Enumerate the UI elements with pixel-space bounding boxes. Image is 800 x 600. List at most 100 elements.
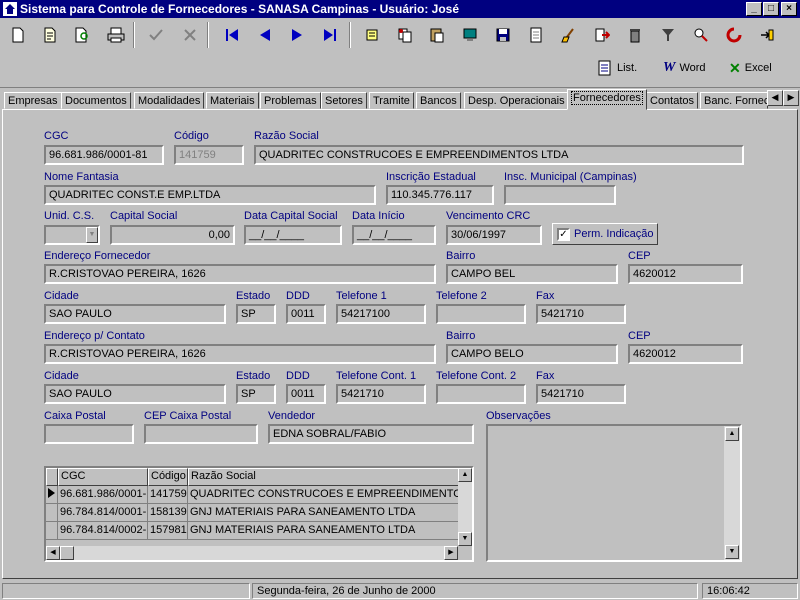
- export-icon[interactable]: [590, 23, 614, 47]
- ddd-field[interactable]: 0011: [286, 304, 326, 324]
- tab-scroll-left-icon[interactable]: ◀: [767, 90, 783, 106]
- cep-caixa-postal-field[interactable]: [144, 424, 258, 444]
- scroll-thumb[interactable]: [60, 546, 74, 560]
- grid-vscrollbar[interactable]: ▲ ▼: [458, 468, 472, 546]
- estado-field[interactable]: SP: [236, 304, 276, 324]
- grid-hscrollbar[interactable]: ◀ ▶: [46, 546, 458, 560]
- tab-problemas[interactable]: Problemas: [260, 92, 321, 109]
- cidade-field[interactable]: SAO PAULO: [44, 304, 226, 324]
- tab-modalidades[interactable]: Modalidades: [134, 92, 205, 109]
- caixa-postal-field[interactable]: [44, 424, 134, 444]
- scroll-up-icon[interactable]: ▲: [725, 427, 739, 441]
- vencimento-crc-field[interactable]: 30/06/1997: [446, 225, 542, 245]
- fax-contato-field[interactable]: 5421710: [536, 384, 626, 404]
- bairro-contato-field[interactable]: CAMPO BELO: [446, 344, 618, 364]
- endereco-contato-field[interactable]: R.CRISTOVAO PEREIRA, 1626: [44, 344, 436, 364]
- insc-municipal-field[interactable]: [504, 185, 616, 205]
- table-cell[interactable]: 141759: [148, 486, 188, 504]
- import-icon[interactable]: [360, 23, 384, 47]
- cancel-icon[interactable]: [178, 23, 202, 47]
- export-list-button[interactable]: List.: [597, 58, 637, 78]
- clean-icon[interactable]: [557, 23, 581, 47]
- tab-bancos[interactable]: Bancos: [416, 92, 461, 109]
- capital-social-field[interactable]: 0,00: [110, 225, 235, 245]
- exit-icon[interactable]: [755, 23, 779, 47]
- razao-social-field[interactable]: QUADRITEC CONSTRUCOES E EMPREENDIMENTOS …: [254, 145, 744, 165]
- fax-field[interactable]: 5421710: [536, 304, 626, 324]
- endereco-fornecedor-field[interactable]: R.CRISTOVAO PEREIRA, 1626: [44, 264, 436, 284]
- minimize-button[interactable]: _: [746, 2, 762, 16]
- grid-header-razao[interactable]: Razão Social: [188, 468, 460, 486]
- table-cell[interactable]: GNJ MATERIAIS PARA SANEAMENTO LTDA: [188, 504, 460, 522]
- perm-indicacao-checkbox[interactable]: ✓: [557, 228, 570, 241]
- tab-scroll-right-icon[interactable]: ▶: [783, 90, 799, 106]
- computer-icon[interactable]: [458, 23, 482, 47]
- inscricao-estadual-field[interactable]: 110.345.776.117: [386, 185, 494, 205]
- tab-contatos[interactable]: Contatos: [646, 92, 699, 109]
- copy-icon[interactable]: [393, 23, 417, 47]
- estado-contato-field[interactable]: SP: [236, 384, 276, 404]
- telefone-cont2-field[interactable]: [436, 384, 526, 404]
- new-icon[interactable]: [6, 23, 30, 47]
- scroll-down-icon[interactable]: ▼: [458, 532, 472, 546]
- tab-setores[interactable]: Setores: [321, 92, 367, 109]
- confirm-icon[interactable]: [144, 23, 168, 47]
- search-doc-icon[interactable]: [70, 23, 94, 47]
- scroll-right-icon[interactable]: ▶: [444, 546, 458, 560]
- bairro-field[interactable]: CAMPO BEL: [446, 264, 618, 284]
- grid-header-cgc[interactable]: CGC: [58, 468, 148, 486]
- tab-desp-operacionais[interactable]: Desp. Operacionais: [464, 92, 569, 109]
- telefone1-field[interactable]: 54217100: [336, 304, 426, 324]
- observacoes-memo[interactable]: ▲ ▼: [486, 424, 742, 562]
- grid-header-codigo[interactable]: Código: [148, 468, 188, 486]
- first-record-icon[interactable]: [220, 23, 244, 47]
- telefone-cont1-field[interactable]: 5421710: [336, 384, 426, 404]
- save-icon[interactable]: [491, 23, 515, 47]
- table-cell[interactable]: 96.784.814/0002-: [58, 522, 148, 540]
- ddd-contato-field[interactable]: 0011: [286, 384, 326, 404]
- close-button[interactable]: ×: [781, 2, 797, 16]
- codigo-field[interactable]: 141759: [174, 145, 244, 165]
- maximize-button[interactable]: □: [763, 2, 779, 16]
- data-capital-field[interactable]: __/__/____: [244, 225, 342, 245]
- zoom-icon[interactable]: [689, 23, 713, 47]
- scroll-up-icon[interactable]: ▲: [458, 468, 472, 482]
- cidade-contato-field[interactable]: SAO PAULO: [44, 384, 226, 404]
- refresh-icon[interactable]: [722, 23, 746, 47]
- paste-icon[interactable]: [425, 23, 449, 47]
- report-icon[interactable]: [524, 23, 548, 47]
- delete-icon[interactable]: [623, 23, 647, 47]
- table-cell[interactable]: 157981: [148, 522, 188, 540]
- observacoes-scrollbar[interactable]: ▲ ▼: [724, 426, 740, 560]
- table-cell[interactable]: QUADRITEC CONSTRUCOES E EMPREENDIMENTOS: [188, 486, 460, 504]
- nome-fantasia-field[interactable]: QUADRITEC CONST.E EMP.LTDA: [44, 185, 376, 205]
- tab-documentos[interactable]: Documentos: [61, 92, 131, 109]
- tab-banc-fornec[interactable]: Banc. Fornec: [700, 92, 768, 109]
- next-record-icon[interactable]: [285, 23, 309, 47]
- print-icon[interactable]: [104, 23, 128, 47]
- data-inicio-field[interactable]: __/__/____: [352, 225, 436, 245]
- vendedor-field[interactable]: EDNA SOBRAL/FABIO: [268, 424, 474, 444]
- edit-icon[interactable]: [38, 23, 62, 47]
- table-cell[interactable]: 96.681.986/0001-: [58, 486, 148, 504]
- cgc-field[interactable]: 96.681.986/0001-81: [44, 145, 164, 165]
- scroll-down-icon[interactable]: ▼: [725, 545, 739, 559]
- cep-contato-field[interactable]: 4620012: [628, 344, 743, 364]
- prev-record-icon[interactable]: [253, 23, 277, 47]
- export-excel-button[interactable]: ✕ Excel: [729, 58, 772, 78]
- last-record-icon[interactable]: [318, 23, 342, 47]
- perm-indicacao-box[interactable]: ✓ Perm. Indicação: [552, 223, 658, 245]
- scroll-left-icon[interactable]: ◀: [46, 546, 60, 560]
- tab-materiais[interactable]: Materiais: [206, 92, 259, 109]
- export-word-button[interactable]: W Word: [663, 58, 706, 78]
- table-cell[interactable]: 158139: [148, 504, 188, 522]
- tab-fornecedores[interactable]: Fornecedores: [567, 89, 647, 110]
- chevron-down-icon[interactable]: ▼: [86, 227, 98, 243]
- tab-empresas[interactable]: Empresas: [4, 92, 62, 109]
- fornecedores-grid[interactable]: CGC Código Razão Social 96.681.986/0001-…: [44, 466, 474, 562]
- cep-field[interactable]: 4620012: [628, 264, 743, 284]
- table-cell[interactable]: 96.784.814/0001-: [58, 504, 148, 522]
- table-cell[interactable]: GNJ MATERIAIS PARA SANEAMENTO LTDA: [188, 522, 460, 540]
- tab-tramite[interactable]: Tramite: [369, 92, 414, 109]
- filter-icon[interactable]: [656, 23, 680, 47]
